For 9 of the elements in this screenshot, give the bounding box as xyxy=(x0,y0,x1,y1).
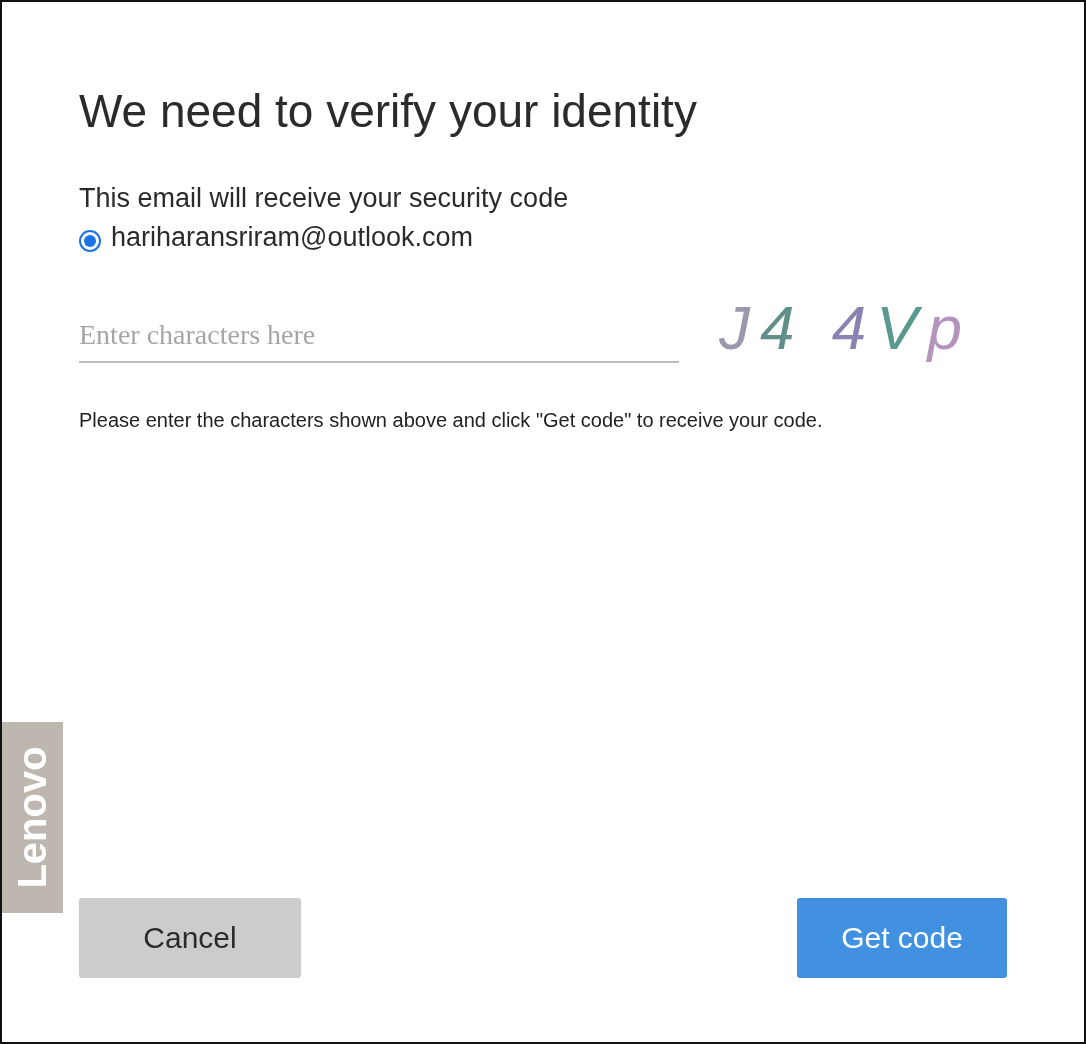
brand-logo: Lenovo xyxy=(2,722,63,913)
radio-button[interactable] xyxy=(79,229,101,252)
instructions-text: Please enter the characters shown above and click "Get code" to receive your code. xyxy=(79,409,823,433)
email-prompt: This email will receive your security code xyxy=(79,183,569,215)
captcha-text: J4 4 Vp xyxy=(719,297,973,364)
captcha-input-field[interactable]: Enter characters here xyxy=(79,319,679,364)
email-option[interactable]: hariharansriram@outlook.com xyxy=(79,222,474,254)
dialog-title: We need to verify your identity xyxy=(79,84,697,139)
cancel-button[interactable]: Cancel xyxy=(79,898,301,978)
